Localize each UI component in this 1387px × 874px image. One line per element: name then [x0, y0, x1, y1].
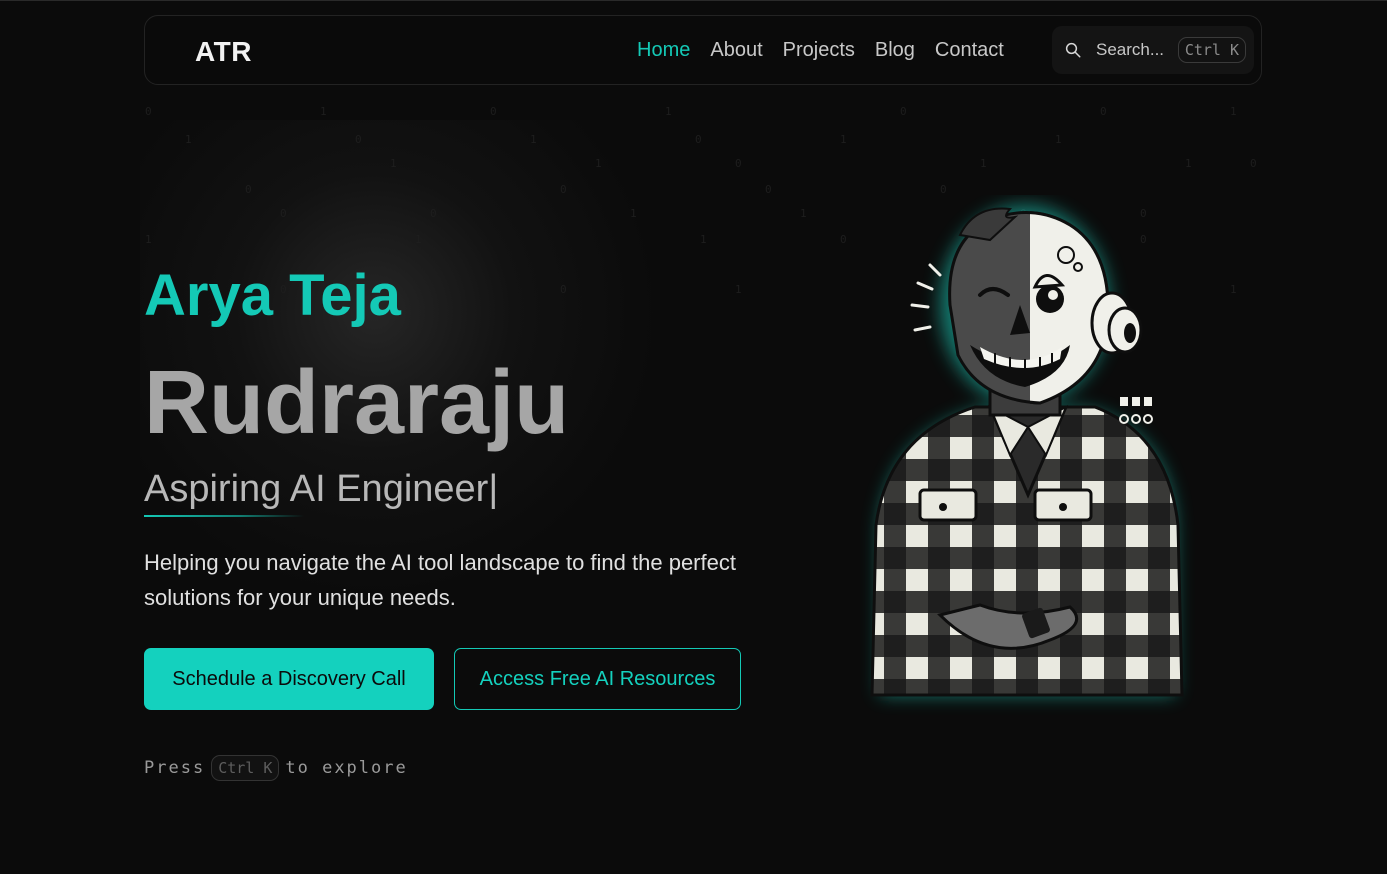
search-shortcut-badge: Ctrl K: [1177, 37, 1246, 63]
avatar-illustration-icon: [870, 205, 1184, 697]
search-placeholder: Search...: [1096, 40, 1165, 59]
hint-prefix: Press: [144, 758, 206, 778]
hero-last-name: Rudraraju: [144, 353, 570, 453]
nav-link-blog[interactable]: Blog: [875, 39, 915, 62]
hint-shortcut-badge: Ctrl K: [211, 755, 280, 781]
free-resources-button[interactable]: Access Free AI Resources: [454, 648, 741, 710]
role-underline: [144, 515, 304, 517]
top-navbar: ATR Home About Projects Blog Contact Sea…: [144, 15, 1262, 85]
top-border: [0, 0, 1387, 1]
schedule-call-button[interactable]: Schedule a Discovery Call: [144, 648, 434, 710]
hero-role-text: Aspiring AI Engineer: [144, 468, 489, 510]
search-icon: [1065, 42, 1081, 58]
site-logo[interactable]: ATR: [195, 36, 252, 68]
keyboard-hint: Press Ctrl K to explore: [144, 755, 408, 781]
search-button[interactable]: Search... Ctrl K: [1052, 26, 1254, 74]
hint-suffix: to explore: [285, 758, 408, 778]
nav-links: Home About Projects Blog Contact: [637, 39, 1004, 62]
nav-link-about[interactable]: About: [710, 39, 762, 62]
nav-link-projects[interactable]: Projects: [783, 39, 855, 62]
hero-role: Aspiring AI Engineer|: [144, 468, 498, 511]
nav-link-home[interactable]: Home: [637, 39, 690, 62]
hero-tagline: Helping you navigate the AI tool landsca…: [144, 550, 736, 610]
typing-cursor: |: [488, 468, 499, 510]
hero-first-name: Arya Teja: [144, 263, 401, 328]
nav-link-contact[interactable]: Contact: [935, 39, 1004, 62]
